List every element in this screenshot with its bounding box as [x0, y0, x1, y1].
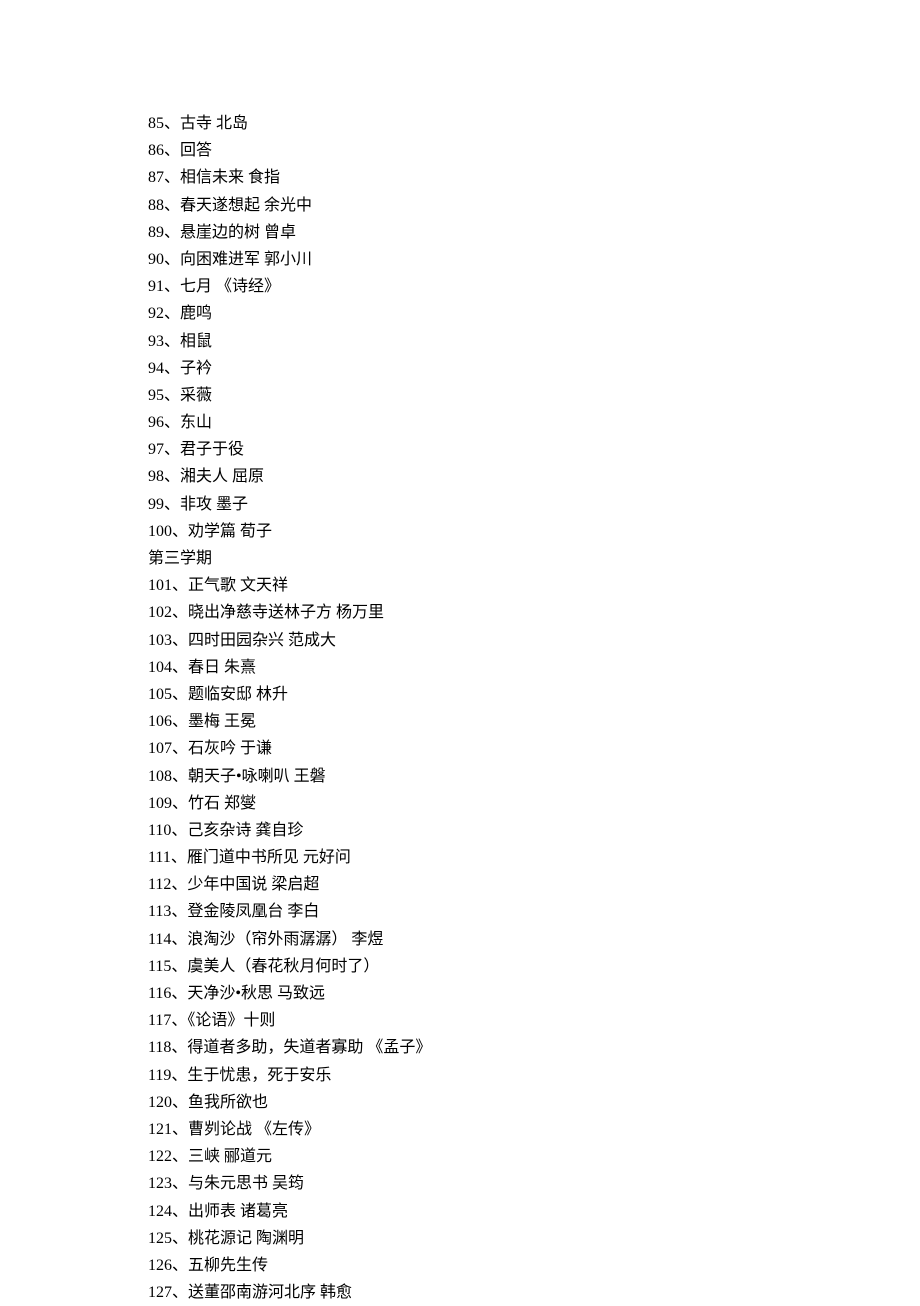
list-item: 87、相信未来 食指 [148, 164, 920, 191]
list-item: 96、东山 [148, 409, 920, 436]
list-item: 121、曹刿论战 《左传》 [148, 1116, 920, 1143]
list-item: 111、雁门道中书所见 元好问 [148, 844, 920, 871]
list-item: 103、四时田园杂兴 范成大 [148, 627, 920, 654]
list-item: 94、子衿 [148, 355, 920, 382]
list-item: 第三学期 [148, 545, 920, 572]
list-item: 110、己亥杂诗 龚自珍 [148, 817, 920, 844]
list-item: 116、天净沙•秋思 马致远 [148, 980, 920, 1007]
list-item: 123、与朱元思书 吴筠 [148, 1170, 920, 1197]
list-item: 92、鹿鸣 [148, 300, 920, 327]
list-item: 86、回答 [148, 137, 920, 164]
list-item: 102、晓出净慈寺送林子方 杨万里 [148, 599, 920, 626]
list-item: 93、相鼠 [148, 328, 920, 355]
list-item: 91、七月 《诗经》 [148, 273, 920, 300]
list-item: 89、悬崖边的树 曾卓 [148, 219, 920, 246]
list-item: 125、桃花源记 陶渊明 [148, 1225, 920, 1252]
list-item: 120、鱼我所欲也 [148, 1089, 920, 1116]
list-item: 119、生于忧患，死于安乐 [148, 1062, 920, 1089]
list-item: 105、题临安邸 林升 [148, 681, 920, 708]
list-item: 90、向困难进军 郭小川 [148, 246, 920, 273]
list-item: 106、墨梅 王冕 [148, 708, 920, 735]
document-body: 85、古寺 北岛86、回答87、相信未来 食指88、春天遂想起 余光中89、悬崖… [148, 110, 920, 1306]
list-item: 101、正气歌 文天祥 [148, 572, 920, 599]
list-item: 100、劝学篇 荀子 [148, 518, 920, 545]
list-item: 85、古寺 北岛 [148, 110, 920, 137]
list-item: 108、朝天子•咏喇叭 王磐 [148, 763, 920, 790]
list-item: 88、春天遂想起 余光中 [148, 192, 920, 219]
list-item: 109、竹石 郑燮 [148, 790, 920, 817]
list-item: 112、少年中国说 梁启超 [148, 871, 920, 898]
list-item: 126、五柳先生传 [148, 1252, 920, 1279]
list-item: 115、虞美人（春花秋月何时了） [148, 953, 920, 980]
list-item: 118、得道者多助，失道者寡助 《孟子》 [148, 1034, 920, 1061]
list-item: 124、出师表 诸葛亮 [148, 1198, 920, 1225]
list-item: 113、登金陵凤凰台 李白 [148, 898, 920, 925]
list-item: 97、君子于役 [148, 436, 920, 463]
list-item: 99、非攻 墨子 [148, 491, 920, 518]
list-item: 117、《论语》十则 [148, 1007, 920, 1034]
list-item: 104、春日 朱熹 [148, 654, 920, 681]
list-item: 114、浪淘沙（帘外雨潺潺） 李煜 [148, 926, 920, 953]
list-item: 98、湘夫人 屈原 [148, 463, 920, 490]
list-item: 95、采薇 [148, 382, 920, 409]
list-item: 122、三峡 郦道元 [148, 1143, 920, 1170]
list-item: 107、石灰吟 于谦 [148, 735, 920, 762]
